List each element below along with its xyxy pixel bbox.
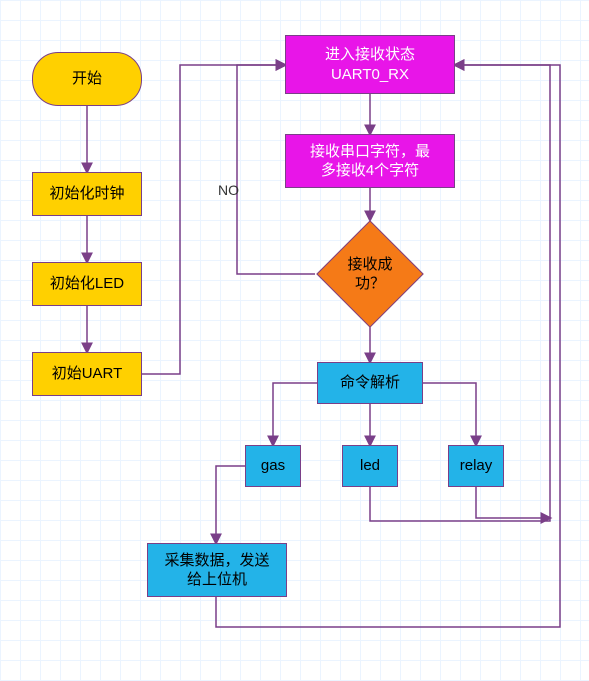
collect-send-box: 采集数据，发送 给上位机 bbox=[147, 543, 287, 597]
relay-box: relay bbox=[448, 445, 504, 487]
init-uart-box: 初始UART bbox=[32, 352, 142, 396]
uart-rx-state-box: 进入接收状态 UART0_RX bbox=[285, 35, 455, 94]
led-box: led bbox=[342, 445, 398, 487]
rx-success-decision: 接收成 功？ bbox=[332, 236, 408, 312]
init-led-box: 初始化LED bbox=[32, 262, 142, 306]
cmd-parse-box: 命令解析 bbox=[317, 362, 423, 404]
init-clock-box: 初始化时钟 bbox=[32, 172, 142, 216]
no-edge-label: NO bbox=[218, 182, 239, 198]
start-terminator: 开始 bbox=[32, 52, 142, 106]
gas-box: gas bbox=[245, 445, 301, 487]
uart-rx-chars-box: 接收串口字符，最 多接收4个字符 bbox=[285, 134, 455, 188]
rx-success-label: 接收成 功？ bbox=[332, 236, 408, 312]
